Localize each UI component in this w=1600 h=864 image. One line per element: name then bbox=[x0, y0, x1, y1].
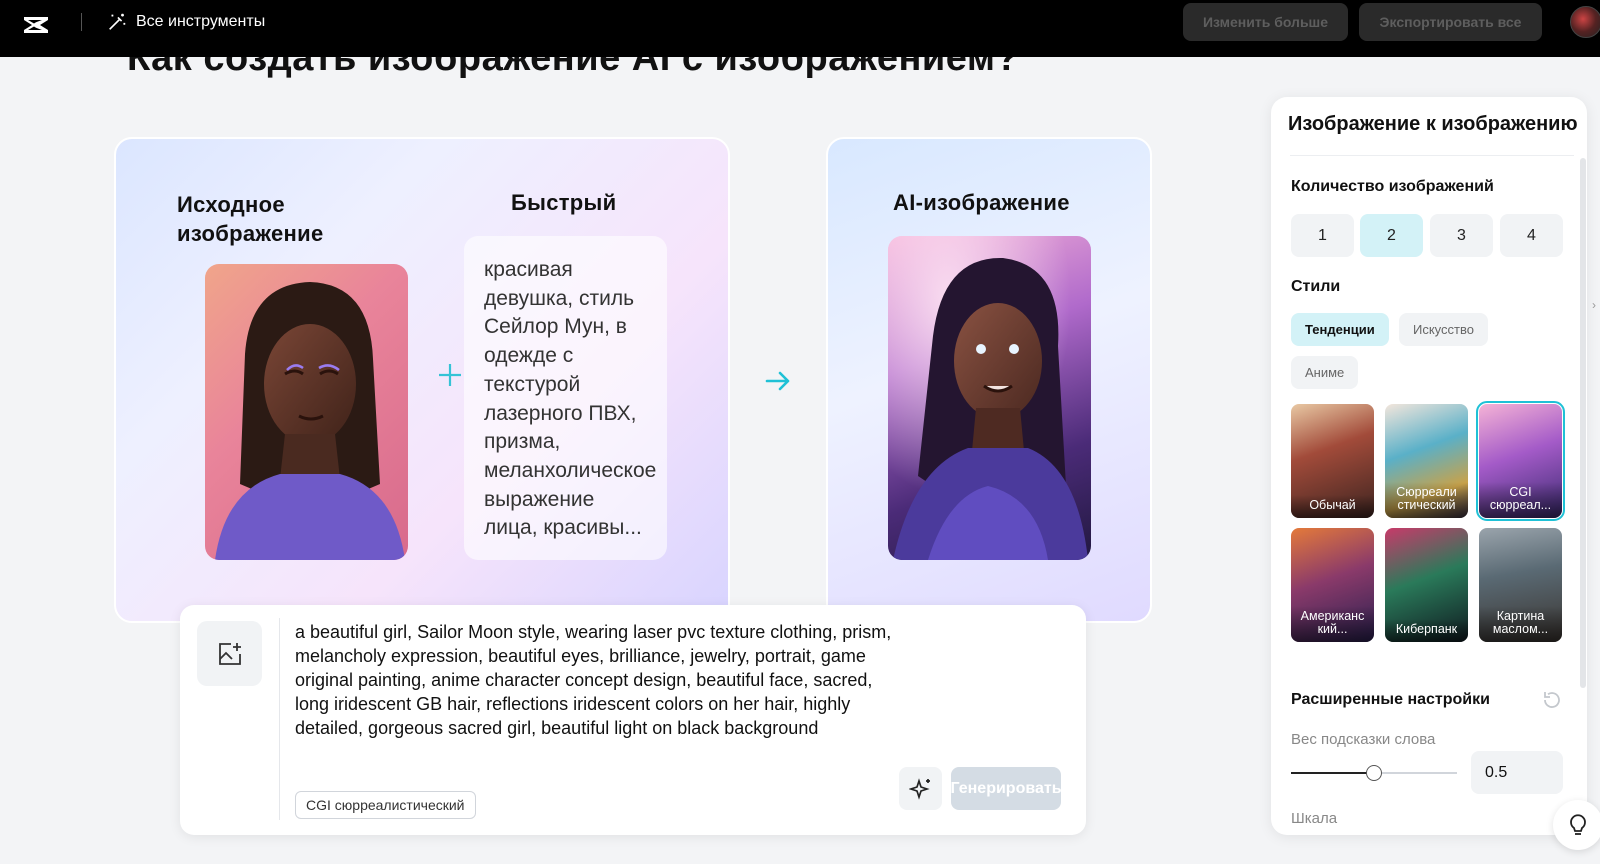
prompt-weight-value[interactable]: 0.5 bbox=[1471, 751, 1563, 794]
panel-title: Изображение к изображению bbox=[1288, 113, 1578, 135]
prompt-box-divider bbox=[279, 618, 280, 820]
scale-label: Шкала bbox=[1291, 810, 1338, 827]
all-tools-label: Все инструменты bbox=[136, 13, 266, 30]
arrow-right-icon bbox=[765, 371, 790, 391]
collapse-arrow-icon[interactable]: › bbox=[1592, 298, 1596, 312]
export-all-button[interactable]: Экспортировать все bbox=[1359, 3, 1542, 41]
count-option-2[interactable]: 2 bbox=[1360, 214, 1423, 257]
style-item-label: CGI сюрреал... bbox=[1479, 482, 1562, 518]
style-item-label: Картина маслом... bbox=[1479, 606, 1562, 642]
top-bar: Все инструменты Изменить больше Экспорти… bbox=[0, 0, 1600, 57]
panel-scrollbar[interactable] bbox=[1580, 158, 1586, 688]
style-item-label: Сюрреали стический bbox=[1385, 482, 1468, 518]
style-item-cgi-surreal[interactable]: CGI сюрреал... bbox=[1476, 401, 1565, 521]
generate-button[interactable]: Генерировать bbox=[950, 767, 1062, 810]
prompt-title: Быстрый bbox=[511, 190, 617, 215]
count-option-4[interactable]: 4 bbox=[1500, 214, 1563, 257]
tab-anime[interactable]: Аниме bbox=[1291, 356, 1359, 389]
style-item-cyberpunk[interactable]: Киберпанк bbox=[1385, 528, 1468, 642]
upload-image-button[interactable] bbox=[197, 621, 262, 686]
style-item-label: Американс кий... bbox=[1291, 606, 1374, 642]
source-image bbox=[205, 264, 408, 560]
user-avatar[interactable] bbox=[1570, 6, 1600, 38]
capcut-logo[interactable] bbox=[20, 9, 52, 41]
source-image-title: Исходное изображение bbox=[177, 192, 324, 246]
style-item-surreal[interactable]: Сюрреали стический bbox=[1385, 404, 1468, 518]
selected-style-tag[interactable]: CGI сюрреалистический bbox=[295, 791, 476, 819]
ai-image-title: AI-изображение bbox=[893, 190, 1070, 215]
panel-divider bbox=[1290, 155, 1574, 156]
count-option-1[interactable]: 1 bbox=[1291, 214, 1354, 257]
styles-label: Стили bbox=[1291, 278, 1341, 295]
style-item-label: Киберпанк bbox=[1385, 619, 1468, 642]
sparkle-icon bbox=[908, 777, 930, 800]
example-prompt-text: красивая девушка, стиль Сейлор Мун, в од… bbox=[484, 258, 657, 540]
tips-button[interactable] bbox=[1553, 800, 1600, 850]
prompt-textarea[interactable]: a beautiful girl, Sailor Moon style, wea… bbox=[295, 620, 895, 740]
edit-more-button[interactable]: Изменить больше bbox=[1183, 3, 1348, 41]
prompt-weight-label: Вес подсказки слова bbox=[1291, 731, 1436, 748]
prompt-weight-slider-fill bbox=[1291, 772, 1374, 774]
ai-result-image bbox=[888, 236, 1091, 560]
prompt-weight-slider-knob[interactable] bbox=[1366, 765, 1382, 781]
magic-wand-icon bbox=[109, 13, 126, 30]
add-image-icon bbox=[218, 642, 241, 665]
example-prompt-card: красивая девушка, стиль Сейлор Мун, в од… bbox=[464, 236, 667, 560]
lightbulb-icon bbox=[1570, 814, 1586, 835]
tab-trends[interactable]: Тенденции bbox=[1291, 313, 1389, 346]
style-item-label: Обычай bbox=[1291, 495, 1374, 518]
plus-icon bbox=[439, 364, 461, 386]
style-item-american[interactable]: Американс кий... bbox=[1291, 528, 1374, 642]
style-item-oil-painting[interactable]: Картина маслом... bbox=[1479, 528, 1562, 642]
toolbar-divider bbox=[81, 13, 82, 31]
reset-icon[interactable] bbox=[1541, 689, 1563, 711]
advanced-settings-label: Расширенные настройки bbox=[1291, 691, 1490, 708]
tab-art[interactable]: Искусство bbox=[1399, 313, 1488, 346]
count-option-3[interactable]: 3 bbox=[1430, 214, 1493, 257]
image-count-label: Количество изображений bbox=[1291, 178, 1494, 195]
enhance-prompt-button[interactable] bbox=[899, 767, 942, 810]
style-item-custom[interactable]: Обычай bbox=[1291, 404, 1374, 518]
all-tools-button[interactable]: Все инструменты bbox=[106, 8, 265, 36]
